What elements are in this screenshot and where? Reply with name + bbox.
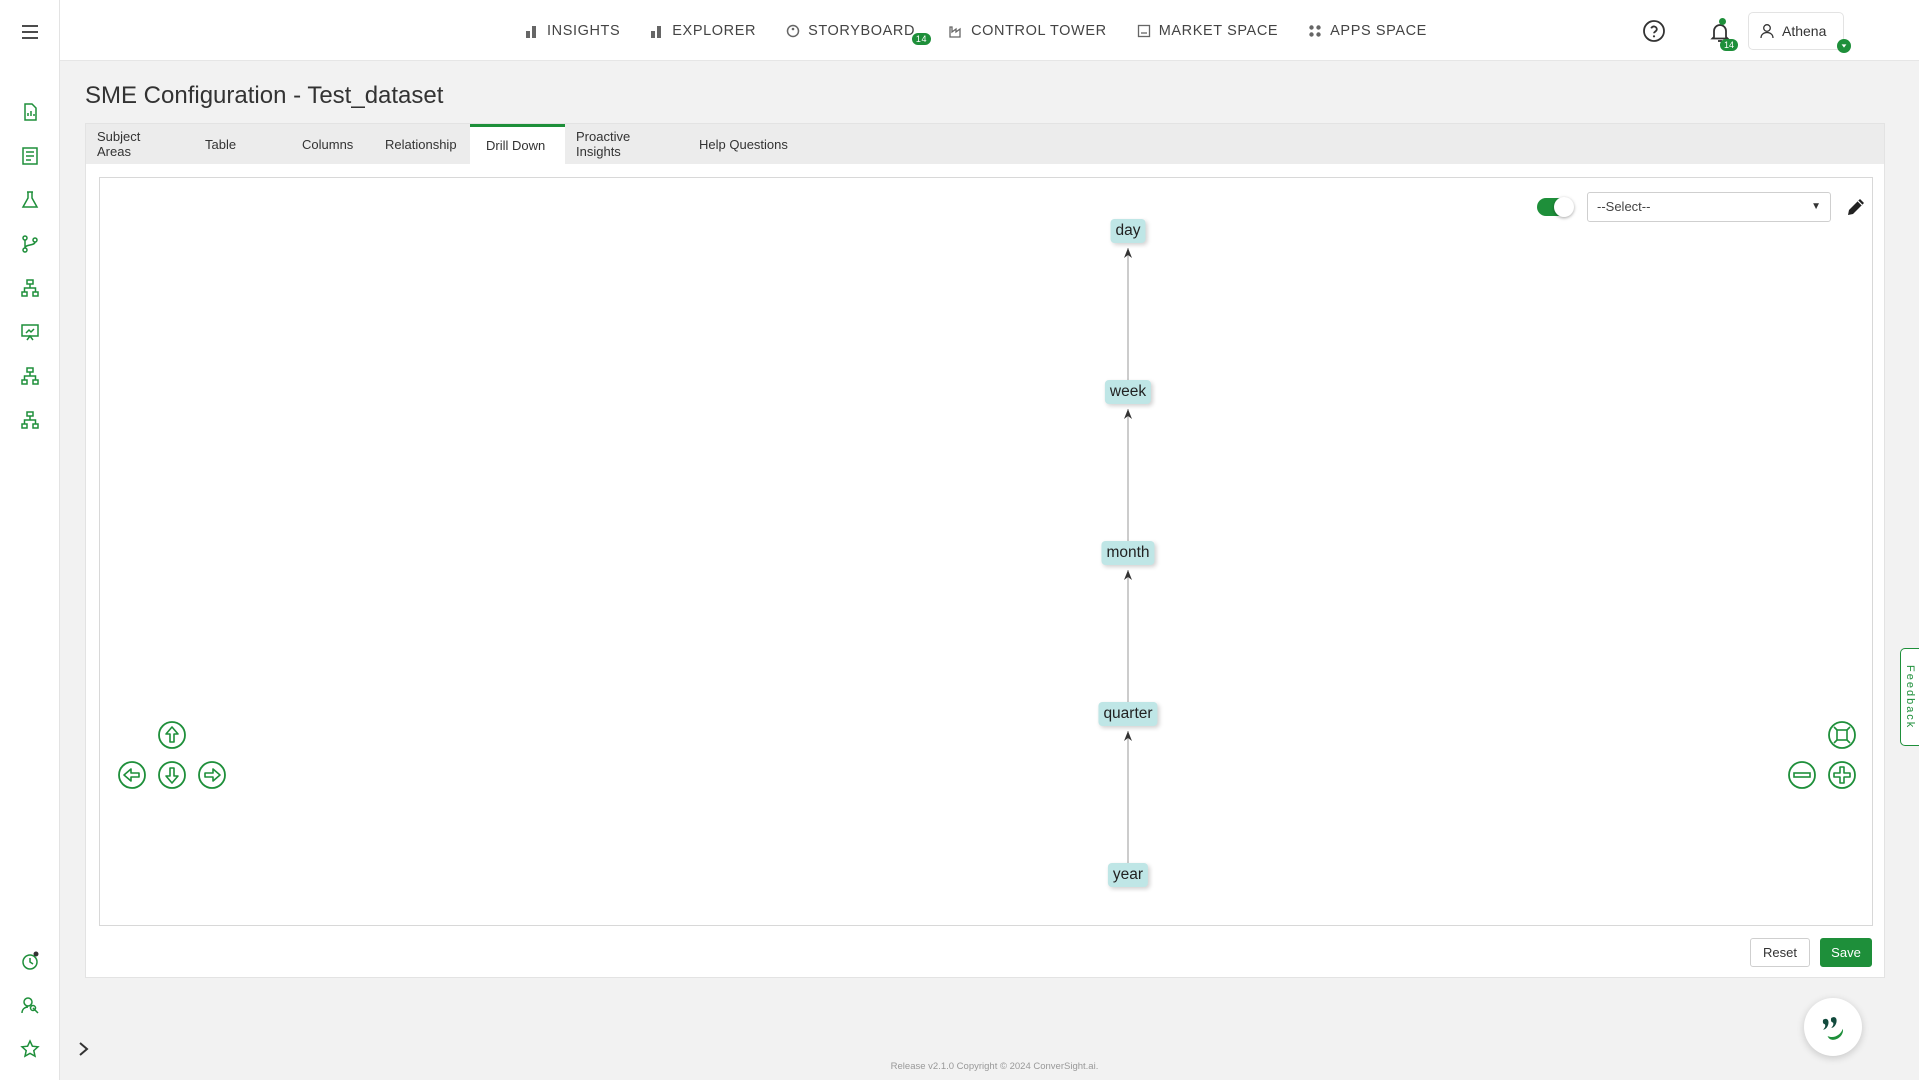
drilldown-select[interactable]: --Select-- ▼ bbox=[1587, 192, 1831, 222]
pan-up-button[interactable] bbox=[157, 720, 187, 750]
pan-left-button[interactable] bbox=[117, 760, 147, 790]
pencil-icon[interactable] bbox=[1845, 196, 1867, 218]
tab-relationship[interactable]: Relationship bbox=[374, 124, 470, 164]
config-card: Subject Areas Table Columns Relationship… bbox=[85, 123, 1885, 978]
pan-right-button[interactable] bbox=[197, 760, 227, 790]
zoom-in-button[interactable] bbox=[1827, 760, 1857, 790]
nav-storyboard[interactable]: STORYBOARD 14 bbox=[786, 22, 932, 45]
hierarchy-icon[interactable] bbox=[18, 408, 42, 432]
nav-label: MARKET SPACE bbox=[1158, 22, 1279, 39]
hierarchy-icon[interactable] bbox=[18, 276, 42, 300]
git-branch-icon[interactable] bbox=[18, 232, 42, 256]
nav-insights[interactable]: INSIGHTS bbox=[525, 23, 620, 39]
drilldown-edges bbox=[1124, 248, 1132, 871]
nav-explorer[interactable]: EXPLORER bbox=[650, 23, 756, 39]
plus-icon bbox=[1828, 761, 1856, 789]
hierarchy-icon[interactable] bbox=[18, 364, 42, 388]
pan-down-button[interactable] bbox=[157, 760, 187, 790]
tab-columns[interactable]: Columns bbox=[279, 124, 374, 164]
reset-button[interactable]: Reset bbox=[1750, 938, 1810, 967]
node-quarter[interactable]: quarter bbox=[1098, 702, 1158, 726]
report-icon[interactable] bbox=[18, 144, 42, 168]
drilldown-canvas[interactable]: day week month quarter year --Select-- ▼ bbox=[99, 177, 1873, 926]
user-icon bbox=[1760, 24, 1774, 39]
clock-refresh-icon[interactable] bbox=[18, 949, 42, 973]
layout-toggle[interactable] bbox=[1537, 197, 1574, 217]
left-sidebar bbox=[0, 0, 60, 1080]
tab-table[interactable]: Table bbox=[185, 124, 279, 164]
chevron-down-icon: ▼ bbox=[1811, 201, 1821, 212]
arrow-up-icon bbox=[158, 721, 186, 749]
help-icon[interactable] bbox=[1642, 19, 1666, 43]
assistant-logo-icon bbox=[1822, 1017, 1844, 1040]
file-chart-icon[interactable] bbox=[18, 100, 42, 124]
node-day[interactable]: day bbox=[1110, 219, 1146, 243]
select-value: --Select-- bbox=[1597, 199, 1651, 214]
bar-chart-icon bbox=[526, 25, 536, 38]
feedback-tab[interactable]: Feedback bbox=[1900, 648, 1919, 746]
node-month[interactable]: month bbox=[1101, 541, 1155, 565]
node-week[interactable]: week bbox=[1104, 380, 1152, 404]
nav-market-space[interactable]: MARKET SPACE bbox=[1137, 23, 1278, 39]
feedback-label: Feedback bbox=[1904, 664, 1916, 730]
nav-label: CONTROL TOWER bbox=[971, 22, 1107, 39]
nav-apps-space[interactable]: APPS SPACE bbox=[1308, 23, 1427, 39]
storyboard-badge: 14 bbox=[911, 32, 932, 45]
tab-help-questions[interactable]: Help Questions bbox=[688, 124, 799, 164]
nav-control-tower[interactable]: CONTROL TOWER bbox=[949, 23, 1107, 39]
menu-icon[interactable] bbox=[18, 20, 42, 44]
presentation-icon[interactable] bbox=[18, 320, 42, 344]
tab-subject-areas[interactable]: Subject Areas bbox=[86, 124, 185, 164]
arrow-right-icon bbox=[198, 761, 226, 789]
bar-chart-icon bbox=[651, 25, 662, 38]
fit-view-button[interactable] bbox=[1827, 720, 1857, 750]
notification-dot bbox=[1719, 18, 1726, 25]
nav-label: EXPLORER bbox=[672, 22, 757, 39]
expand-sidebar-icon[interactable] bbox=[76, 1040, 92, 1058]
fit-screen-icon bbox=[1828, 721, 1856, 749]
user-search-icon[interactable] bbox=[18, 993, 42, 1017]
footer-copyright: Release v2.1.0 Copyright © 2024 ConverSi… bbox=[890, 1061, 1099, 1072]
store-icon bbox=[1137, 24, 1150, 37]
toggle-knob bbox=[1554, 197, 1574, 217]
palette-icon bbox=[786, 24, 800, 37]
notification-badge: 14 bbox=[1720, 39, 1739, 51]
arrow-left-icon bbox=[118, 761, 146, 789]
top-nav: INSIGHTS EXPLORER STORYBOARD 14 CONTROL … bbox=[525, 0, 1427, 61]
user-caret-icon[interactable] bbox=[1837, 39, 1851, 53]
factory-icon bbox=[949, 25, 961, 38]
user-name: Athena bbox=[1782, 23, 1827, 39]
zoom-out-button[interactable] bbox=[1787, 760, 1817, 790]
tab-proactive-insights[interactable]: Proactive Insights bbox=[565, 124, 688, 164]
nav-label: STORYBOARD bbox=[808, 22, 916, 39]
grid-icon bbox=[1309, 24, 1321, 37]
nav-label: APPS SPACE bbox=[1330, 22, 1427, 39]
page-title: SME Configuration - Test_dataset bbox=[85, 82, 444, 109]
minus-icon bbox=[1788, 761, 1816, 789]
star-icon[interactable] bbox=[18, 1037, 42, 1061]
tab-drill-down[interactable]: Drill Down bbox=[470, 124, 565, 164]
flask-icon[interactable] bbox=[18, 188, 42, 212]
arrow-down-icon bbox=[158, 761, 186, 789]
tab-bar: Subject Areas Table Columns Relationship… bbox=[86, 124, 1884, 164]
chat-assistant-button[interactable] bbox=[1804, 998, 1862, 1056]
node-year[interactable]: year bbox=[1107, 863, 1149, 887]
nav-label: INSIGHTS bbox=[547, 22, 621, 39]
user-menu[interactable]: Athena bbox=[1748, 12, 1844, 50]
save-button[interactable]: Save bbox=[1820, 938, 1872, 967]
top-bar: INSIGHTS EXPLORER STORYBOARD 14 CONTROL … bbox=[60, 0, 1919, 61]
